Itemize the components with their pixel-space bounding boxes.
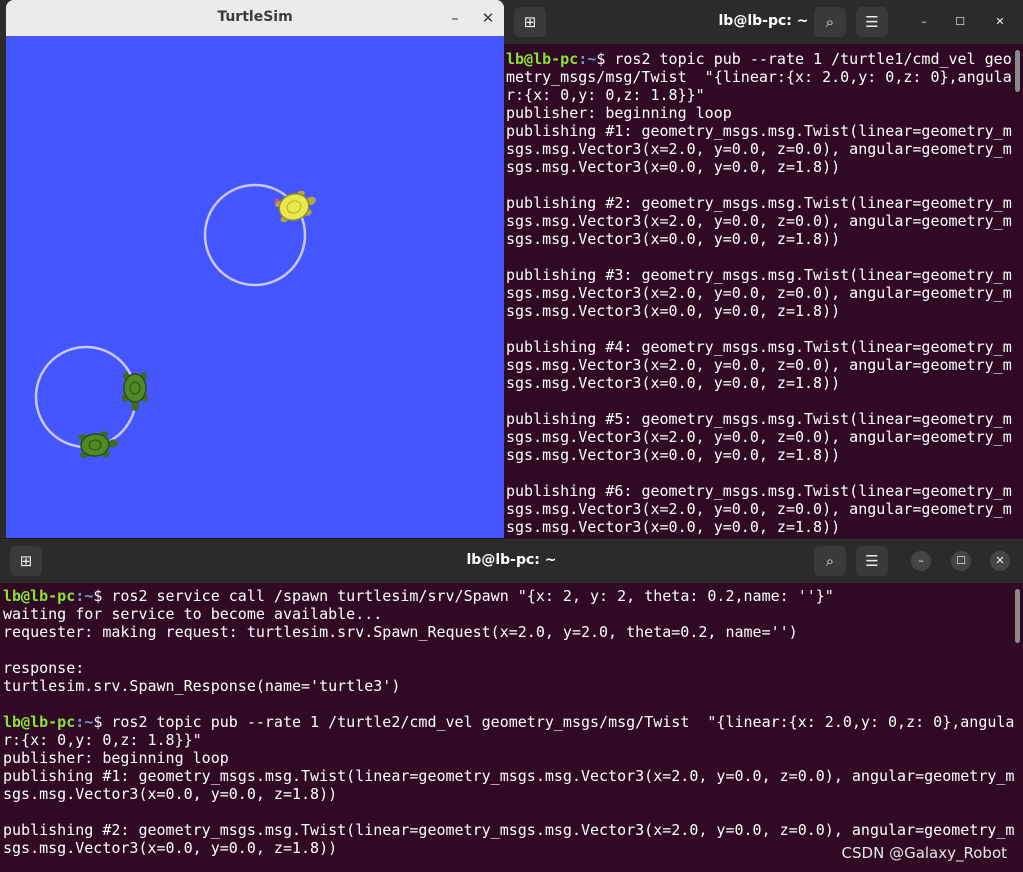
command-line: ros2 topic pub --rate 1 /turtle2/cmd_vel… — [111, 713, 1015, 731]
prompt-path: :~ — [75, 713, 94, 731]
turtle3-icon — [78, 431, 118, 459]
maximize-icon[interactable]: ☐ — [950, 12, 970, 32]
prompt-symbol: $ — [93, 587, 112, 605]
terminal-line: sgs.msg.Vector3(x=2.0, y=0.0, z=0.0), an… — [506, 212, 1012, 230]
scrollbar[interactable] — [1015, 589, 1020, 643]
terminal-line: publishing #4: geometry_msgs.msg.Twist(l… — [506, 338, 1012, 356]
terminal-line: publishing #2: geometry_msgs.msg.Twist(l… — [3, 821, 1015, 839]
prompt-path: :~ — [75, 587, 94, 605]
terminal-top: ⊞ lb@lb-pc: ~ ⌕ ☰ – ☐ ✕ lb@lb-pc:~$ ros2… — [504, 0, 1023, 540]
terminal-line: r:{x: 0,y: 0,z: 1.8}}" — [506, 86, 705, 104]
prompt-symbol: $ — [596, 50, 615, 68]
terminal-line: sgs.msg.Vector3(x=0.0, y=0.0, z=1.8)) — [506, 230, 841, 248]
prompt-user: lb@lb-pc — [3, 713, 76, 731]
hamburger-menu-icon[interactable]: ☰ — [856, 7, 888, 37]
hamburger-menu-icon[interactable]: ☰ — [856, 546, 888, 576]
turtlesim-title: TurtleSim — [217, 9, 293, 25]
turtle2-trail — [34, 345, 138, 449]
terminal-top-output[interactable]: lb@lb-pc:~$ ros2 topic pub --rate 1 /tur… — [506, 50, 1012, 536]
terminal-line: sgs.msg.Vector3(x=0.0, y=0.0, z=1.8)) — [3, 785, 338, 803]
terminal-line: sgs.msg.Vector3(x=2.0, y=0.0, z=0.0), an… — [506, 428, 1012, 446]
command-line: ros2 service call /spawn turtlesim/srv/S… — [111, 587, 834, 605]
turtlesim-canvas — [6, 36, 504, 538]
turtle2-icon — [122, 372, 148, 411]
close-icon[interactable]: ✕ — [990, 12, 1010, 32]
terminal-line: sgs.msg.Vector3(x=0.0, y=0.0, z=1.8)) — [506, 518, 841, 536]
maximize-icon[interactable]: ☐ — [951, 551, 971, 571]
close-icon[interactable]: ✕ — [990, 551, 1010, 571]
scrollbar[interactable] — [1015, 50, 1020, 92]
minimize-icon[interactable]: – — [914, 12, 934, 32]
terminal-line: turtlesim.srv.Spawn_Response(name='turtl… — [3, 677, 401, 695]
minimize-icon[interactable]: – — [443, 6, 467, 30]
terminal-line: sgs.msg.Vector3(x=2.0, y=0.0, z=0.0), an… — [506, 356, 1012, 374]
terminal-line: requester: making request: turtlesim.srv… — [3, 623, 798, 641]
terminal-line: response: — [3, 659, 85, 677]
search-icon[interactable]: ⌕ — [814, 7, 846, 37]
terminal-line: sgs.msg.Vector3(x=2.0, y=0.0, z=0.0), an… — [506, 140, 1012, 158]
terminal-line: waiting for service to become available.… — [3, 605, 383, 623]
terminal-line: r:{x: 0,y: 0,z: 1.8}}" — [3, 731, 202, 749]
terminal-bottom-output[interactable]: lb@lb-pc:~$ ros2 service call /spawn tur… — [3, 587, 1014, 857]
prompt-symbol: $ — [93, 713, 112, 731]
terminal-line: publishing #2: geometry_msgs.msg.Twist(l… — [506, 194, 1012, 212]
prompt-user: lb@lb-pc — [506, 50, 579, 68]
terminal-line: metry_msgs/msg/Twist "{linear:{x: 2.0,y:… — [506, 68, 1012, 86]
prompt-user: lb@lb-pc — [3, 587, 76, 605]
prompt-path: :~ — [578, 50, 597, 68]
terminal-line: publishing #3: geometry_msgs.msg.Twist(l… — [506, 266, 1012, 284]
terminal-bottom-lines: waiting for service to become available.… — [3, 605, 1014, 713]
terminal-line: publishing #1: geometry_msgs.msg.Twist(l… — [3, 767, 1015, 785]
terminal-top-title: lb@lb-pc: ~ — [718, 13, 809, 29]
close-icon[interactable]: ✕ — [476, 6, 500, 30]
terminal-line: publishing #1: geometry_msgs.msg.Twist(l… — [506, 122, 1012, 140]
watermark: CSDN @Galaxy_Robot — [841, 844, 1007, 862]
command-line: ros2 topic pub --rate 1 /turtle1/cmd_vel… — [614, 50, 1012, 68]
terminal-line: sgs.msg.Vector3(x=0.0, y=0.0, z=1.8)) — [506, 302, 841, 320]
terminal-top-lines: metry_msgs/msg/Twist "{linear:{x: 2.0,y:… — [506, 68, 1012, 536]
terminal-bottom: ⊞ lb@lb-pc: ~ ⌕ ☰ – ☐ ✕ lb@lb-pc:~$ ros2… — [0, 538, 1023, 872]
terminal-line: sgs.msg.Vector3(x=2.0, y=0.0, z=0.0), an… — [506, 284, 1012, 302]
terminal-line: publisher: beginning loop — [3, 749, 229, 767]
terminal-top-titlebar[interactable]: ⊞ lb@lb-pc: ~ ⌕ ☰ – ☐ ✕ — [504, 0, 1023, 44]
turtlesim-window: TurtleSim – ✕ — [6, 0, 504, 538]
terminal-line: sgs.msg.Vector3(x=0.0, y=0.0, z=1.8)) — [506, 446, 841, 464]
terminal-line: sgs.msg.Vector3(x=0.0, y=0.0, z=1.8)) — [506, 158, 841, 176]
terminal-line: publisher: beginning loop — [506, 104, 732, 122]
turtlesim-scene — [34, 183, 316, 459]
terminal-bottom-titlebar[interactable]: ⊞ lb@lb-pc: ~ ⌕ ☰ – ☐ ✕ — [0, 539, 1023, 583]
terminal-line: sgs.msg.Vector3(x=0.0, y=0.0, z=1.8)) — [506, 374, 841, 392]
terminal-line: sgs.msg.Vector3(x=2.0, y=0.0, z=0.0), an… — [506, 500, 1012, 518]
minimize-icon[interactable]: – — [911, 551, 931, 571]
terminal-line: publishing #5: geometry_msgs.msg.Twist(l… — [506, 410, 1012, 428]
terminal-bottom-lines: r:{x: 0,y: 0,z: 1.8}}" publisher: beginni… — [3, 731, 1014, 857]
search-icon[interactable]: ⌕ — [814, 546, 846, 576]
terminal-line: publishing #6: geometry_msgs.msg.Twist(l… — [506, 482, 1012, 500]
turtlesim-titlebar[interactable]: TurtleSim – ✕ — [6, 0, 504, 37]
